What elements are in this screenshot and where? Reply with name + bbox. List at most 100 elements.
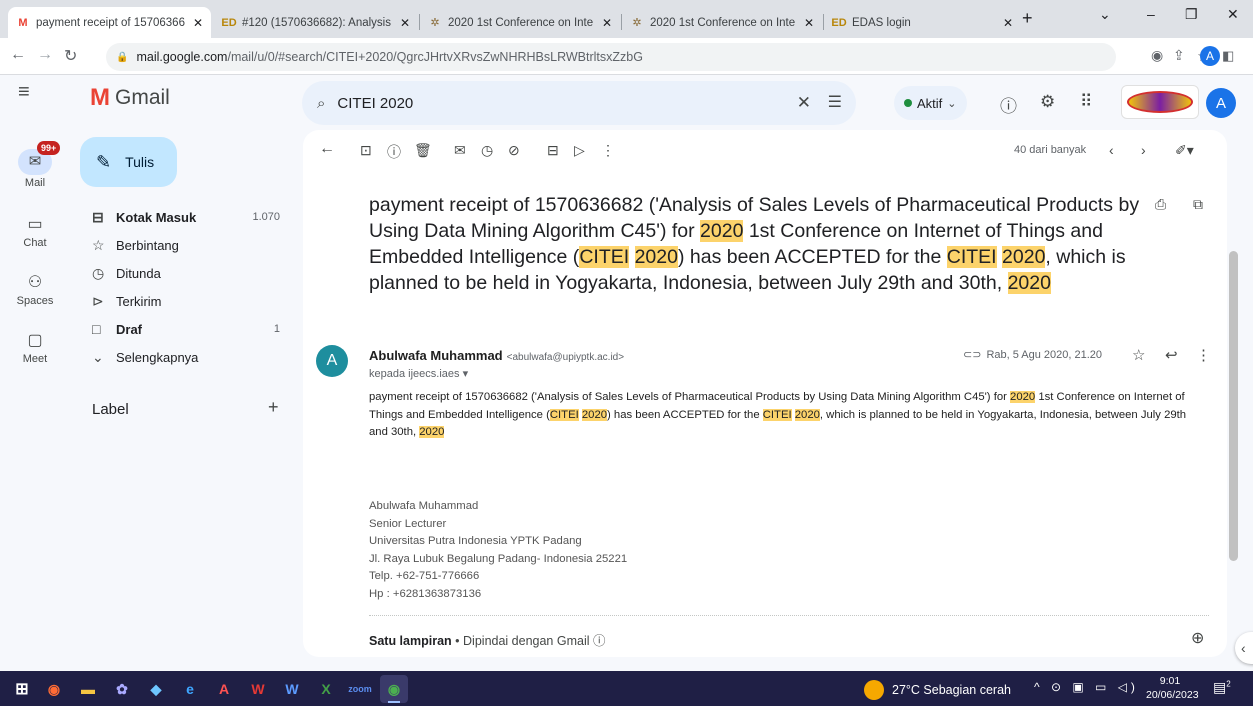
reply-icon[interactable]: ↩ [1165, 346, 1178, 364]
browser-toolbar: ← → ↻ 🔒 mail.google.com/mail/u/0/#search… [0, 38, 1253, 75]
label-icon[interactable]: ▷ [574, 142, 585, 159]
delete-icon[interactable]: 🗑 [414, 142, 432, 159]
minimize-button[interactable]: – [1147, 6, 1155, 22]
notification-icon[interactable]: ▤2 [1213, 679, 1231, 696]
tab-conference-2[interactable]: ✲ 2020 1st Conference on Inte ✕ [622, 7, 822, 38]
scrollbar[interactable] [1229, 251, 1238, 561]
nav-drafts[interactable]: □ Draf 1 [80, 315, 290, 343]
back-to-list-icon[interactable]: ← [319, 140, 335, 158]
search-icon[interactable]: ⌕ [317, 95, 325, 112]
edge-icon[interactable]: e [176, 675, 204, 703]
input-tools-icon[interactable]: ✐▾ [1175, 142, 1194, 159]
archive-icon[interactable]: ⊡ [360, 142, 372, 159]
sender-name[interactable]: Abulwafa Muhammad <abulwafa@upiyptk.ac.id… [369, 348, 624, 363]
close-window-button[interactable]: ✕ [1227, 6, 1239, 23]
share-icon[interactable]: ⇪ [1173, 47, 1185, 64]
close-tab-icon[interactable]: ✕ [1003, 16, 1013, 30]
sender-avatar[interactable]: A [316, 345, 348, 377]
apps-grid-icon[interactable]: ⠿ [1080, 92, 1092, 112]
email-subject: payment receipt of 1570636682 ('Analysis… [369, 194, 1140, 294]
edas-icon: ED [831, 16, 847, 29]
nav-inbox[interactable]: ⊟ Kotak Masuk 1.070 [80, 203, 290, 231]
nav-sent[interactable]: ⊳ Terkirim [80, 287, 290, 315]
start-icon[interactable]: ⊞ [8, 675, 36, 703]
tab-edas-analysis[interactable]: ED #120 (1570636682): Analysis ✕ [214, 7, 418, 38]
unread-badge: 99+ [37, 141, 61, 155]
file-explorer-icon[interactable]: ▬ [74, 675, 102, 703]
restore-button[interactable]: ❐ [1185, 6, 1198, 23]
close-tab-icon[interactable]: ✕ [804, 16, 814, 30]
mark-unread-icon[interactable]: ✉ [454, 142, 466, 159]
more-options-icon[interactable]: ⋮ [1196, 346, 1211, 364]
chrome-alt-icon[interactable]: ◉ [40, 675, 68, 703]
app-icon[interactable]: ✿ [108, 675, 136, 703]
search-input[interactable]: CITEI 2020 [337, 95, 413, 112]
nav-snoozed[interactable]: ◷ Ditunda [80, 259, 290, 287]
add-task-icon[interactable]: ⊘ [508, 142, 520, 159]
zoom-icon[interactable]: zoom [346, 675, 374, 703]
app-icon[interactable]: ◆ [142, 675, 170, 703]
address-bar[interactable]: 🔒 mail.google.com/mail/u/0/#search/CITEI… [106, 43, 1116, 71]
lock-icon: 🔒 [116, 51, 129, 63]
rail-chat[interactable]: ▭ Chat [0, 214, 70, 249]
search-bar[interactable]: ⌕ CITEI 2020 ✕ ☰ [302, 81, 856, 125]
search-options-icon[interactable]: ☰ [828, 92, 842, 112]
tab-gmail[interactable]: M payment receipt of 15706366 ✕ [8, 7, 211, 38]
add-to-drive-icon[interactable]: ⊕ [1191, 628, 1204, 648]
clear-search-icon[interactable]: ✕ [797, 93, 811, 113]
close-tab-icon[interactable]: ✕ [193, 16, 203, 30]
close-tab-icon[interactable]: ✕ [400, 16, 410, 30]
gmail-logo[interactable]: M Gmail [90, 84, 170, 112]
status-dropdown[interactable]: Aktif ⌄ [894, 86, 967, 120]
pagination-count: 40 dari banyak [1014, 144, 1087, 156]
open-new-window-icon[interactable]: ⧉ [1193, 196, 1203, 213]
rail-mail[interactable]: ✉ 99+ Mail [0, 141, 70, 189]
help-icon[interactable]: ⓘ [1000, 92, 1017, 117]
conference-icon: ✲ [632, 17, 642, 29]
chrome-icon[interactable]: ◉ [380, 675, 408, 703]
weather-widget[interactable]: 27°C Sebagian cerah [864, 680, 1011, 700]
back-icon[interactable]: ← [10, 46, 26, 64]
message-date: ⊂⊃ Rab, 5 Agu 2020, 21.20 [963, 348, 1103, 362]
nav-starred[interactable]: ☆ Berbintang [80, 231, 290, 259]
report-spam-icon[interactable]: ⓘ [387, 142, 401, 162]
rail-spaces[interactable]: ⚇ Spaces [0, 272, 70, 307]
snooze-icon[interactable]: ◷ [481, 142, 493, 159]
tab-edas-login[interactable]: ED EDAS login ✕ [824, 7, 1021, 38]
move-to-icon[interactable]: ⊟ [547, 142, 559, 159]
compose-button[interactable]: ✎ Tulis [80, 137, 177, 187]
main-menu-icon[interactable]: ≡ [0, 81, 70, 104]
signature-line: Telp. +62-751-776666 [369, 570, 480, 582]
add-label-icon[interactable]: + [268, 397, 279, 418]
eye-icon[interactable]: ◉ [1151, 47, 1163, 64]
system-tray[interactable]: ^ ⊙ ▣ ▭ ◁) [1034, 680, 1139, 694]
pdf-reader-icon[interactable]: A [210, 675, 238, 703]
new-tab-button[interactable]: + [1022, 8, 1033, 29]
browser-profile-avatar[interactable]: A [1200, 46, 1220, 66]
side-panel-icon[interactable]: ◧ [1222, 48, 1234, 64]
print-icon[interactable]: ⎙ [1155, 196, 1166, 213]
tab-search-icon[interactable]: ⌄ [1099, 6, 1111, 23]
reload-icon[interactable]: ↻ [64, 46, 77, 66]
settings-gear-icon[interactable]: ⚙ [1040, 92, 1055, 112]
older-chevron-icon[interactable]: › [1141, 142, 1146, 158]
info-icon[interactable]: ⓘ [593, 634, 606, 648]
forward-icon[interactable]: → [37, 46, 53, 64]
more-options-icon[interactable]: ⋮ [601, 142, 615, 159]
chevron-down-icon: ⌄ [92, 348, 104, 365]
excel-icon[interactable]: X [312, 675, 340, 703]
chevron-down-icon: ▾ [462, 368, 469, 380]
wps-icon[interactable]: W [244, 675, 272, 703]
newer-chevron-icon[interactable]: ‹ [1109, 142, 1114, 158]
rail-meet[interactable]: ▢ Meet [0, 330, 70, 365]
organization-logo [1121, 85, 1199, 119]
word-icon[interactable]: W [278, 675, 306, 703]
star-icon[interactable]: ☆ [1132, 346, 1145, 364]
nav-more[interactable]: ⌄ Selengkapnya [80, 343, 290, 371]
recipient-details[interactable]: kepada ijeecs.iaes ▾ [369, 367, 468, 380]
clock[interactable]: 9:01 20/06/2023 [1146, 674, 1199, 702]
account-avatar[interactable]: A [1206, 88, 1236, 118]
close-tab-icon[interactable]: ✕ [602, 16, 612, 30]
star-icon: ☆ [92, 236, 105, 253]
tab-conference-1[interactable]: ✲ 2020 1st Conference on Inte ✕ [420, 7, 620, 38]
